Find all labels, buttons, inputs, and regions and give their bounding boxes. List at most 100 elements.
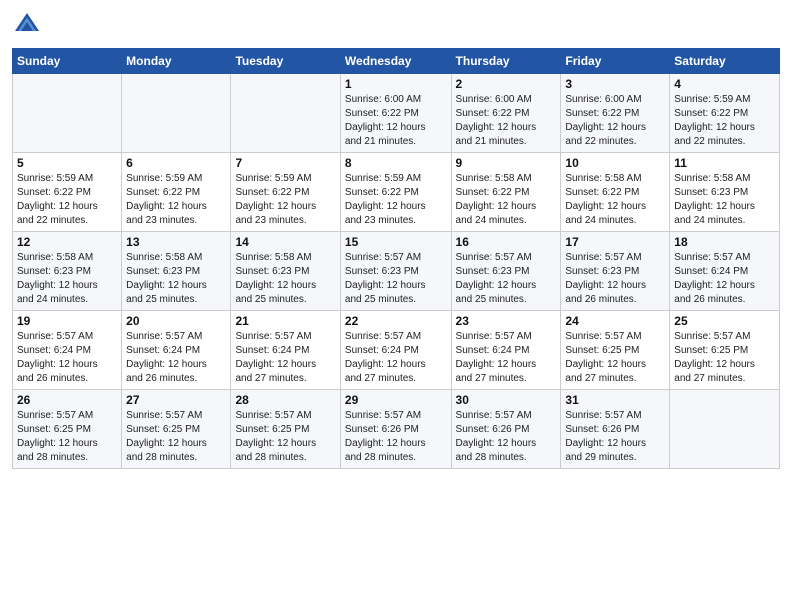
day-info: Sunrise: 5:57 AM Sunset: 6:25 PM Dayligh…	[235, 409, 335, 465]
day-number: 27	[126, 393, 226, 407]
week-row-5: 26 Sunrise: 5:57 AM Sunset: 6:25 PM Dayli…	[13, 390, 780, 469]
day-number: 4	[674, 77, 775, 91]
day-cell: 20Sunrise: 5:57 AM Sunset: 6:24 PM Dayli…	[122, 311, 231, 390]
day-number: 26	[17, 393, 117, 407]
day-info: Sunrise: 5:57 AM Sunset: 6:26 PM Dayligh…	[456, 409, 557, 465]
calendar-header: SundayMondayTuesdayWednesdayThursdayFrid…	[13, 49, 780, 74]
day-number: 11	[674, 156, 775, 170]
page-container: SundayMondayTuesdayWednesdayThursdayFrid…	[0, 0, 792, 477]
day-info: Sunrise: 5:57 AM Sunset: 6:23 PM Dayligh…	[345, 251, 447, 307]
logo	[12, 10, 46, 40]
day-cell: 7 Sunrise: 5:59 AM Sunset: 6:22 PM Daylig…	[231, 153, 340, 232]
day-info: Sunrise: 5:58 AM Sunset: 6:22 PM Dayligh…	[456, 172, 557, 228]
week-row-4: 19 Sunrise: 5:57 AM Sunset: 6:24 PM Dayli…	[13, 311, 780, 390]
calendar-body: 1 Sunrise: 6:00 AM Sunset: 6:22 PM Daylig…	[13, 74, 780, 469]
day-info: Sunrise: 5:57 AM Sunset: 6:23 PM Dayligh…	[565, 251, 665, 307]
day-number: 28	[235, 393, 335, 407]
day-cell: 8Sunrise: 5:59 AM Sunset: 6:22 PM Daylig…	[340, 153, 451, 232]
day-cell: 5Sunrise: 5:59 AM Sunset: 6:22 PM Daylig…	[13, 153, 122, 232]
day-cell: 13 Sunrise: 5:58 AM Sunset: 6:23 PM Dayli…	[122, 232, 231, 311]
day-cell: 12 Sunrise: 5:58 AM Sunset: 6:23 PM Dayli…	[13, 232, 122, 311]
day-info: Sunrise: 5:57 AM Sunset: 6:24 PM Dayligh…	[345, 330, 447, 386]
day-cell: 17Sunrise: 5:57 AM Sunset: 6:23 PM Dayli…	[561, 232, 670, 311]
day-info: Sunrise: 5:59 AM Sunset: 6:22 PM Dayligh…	[17, 172, 117, 228]
day-cell: 18 Sunrise: 5:57 AM Sunset: 6:24 PM Dayli…	[670, 232, 780, 311]
day-cell: 26 Sunrise: 5:57 AM Sunset: 6:25 PM Dayli…	[13, 390, 122, 469]
day-cell: 6Sunrise: 5:59 AM Sunset: 6:22 PM Daylig…	[122, 153, 231, 232]
day-info: Sunrise: 5:59 AM Sunset: 6:22 PM Dayligh…	[235, 172, 335, 228]
day-info: Sunrise: 5:58 AM Sunset: 6:23 PM Dayligh…	[126, 251, 226, 307]
day-info: Sunrise: 6:00 AM Sunset: 6:22 PM Dayligh…	[565, 93, 665, 149]
day-number: 10	[565, 156, 665, 170]
day-number: 9	[456, 156, 557, 170]
day-cell: 19 Sunrise: 5:57 AM Sunset: 6:24 PM Dayli…	[13, 311, 122, 390]
weekday-header-saturday: Saturday	[670, 49, 780, 74]
day-info: Sunrise: 5:57 AM Sunset: 6:24 PM Dayligh…	[456, 330, 557, 386]
day-cell: 30Sunrise: 5:57 AM Sunset: 6:26 PM Dayli…	[451, 390, 561, 469]
logo-icon	[12, 10, 42, 40]
day-number: 31	[565, 393, 665, 407]
day-number: 24	[565, 314, 665, 328]
day-info: Sunrise: 5:59 AM Sunset: 6:22 PM Dayligh…	[674, 93, 775, 149]
day-info: Sunrise: 5:58 AM Sunset: 6:23 PM Dayligh…	[235, 251, 335, 307]
day-cell: 9 Sunrise: 5:58 AM Sunset: 6:22 PM Daylig…	[451, 153, 561, 232]
day-cell: 31Sunrise: 5:57 AM Sunset: 6:26 PM Dayli…	[561, 390, 670, 469]
weekday-header-sunday: Sunday	[13, 49, 122, 74]
day-cell: 14Sunrise: 5:58 AM Sunset: 6:23 PM Dayli…	[231, 232, 340, 311]
day-cell: 28 Sunrise: 5:57 AM Sunset: 6:25 PM Dayli…	[231, 390, 340, 469]
day-number: 2	[456, 77, 557, 91]
week-row-1: 1 Sunrise: 6:00 AM Sunset: 6:22 PM Daylig…	[13, 74, 780, 153]
day-info: Sunrise: 5:57 AM Sunset: 6:25 PM Dayligh…	[674, 330, 775, 386]
day-cell: 1Sunrise: 6:00 AM Sunset: 6:22 PM Daylig…	[340, 74, 451, 153]
day-info: Sunrise: 5:57 AM Sunset: 6:25 PM Dayligh…	[565, 330, 665, 386]
day-cell: 23 Sunrise: 5:57 AM Sunset: 6:24 PM Dayli…	[451, 311, 561, 390]
day-number: 29	[345, 393, 447, 407]
day-info: Sunrise: 5:57 AM Sunset: 6:23 PM Dayligh…	[456, 251, 557, 307]
day-cell: 2 Sunrise: 6:00 AM Sunset: 6:22 PM Daylig…	[451, 74, 561, 153]
calendar: SundayMondayTuesdayWednesdayThursdayFrid…	[12, 48, 780, 469]
day-info: Sunrise: 5:58 AM Sunset: 6:23 PM Dayligh…	[17, 251, 117, 307]
day-cell: 29 Sunrise: 5:57 AM Sunset: 6:26 PM Dayli…	[340, 390, 451, 469]
day-number: 19	[17, 314, 117, 328]
day-number: 16	[456, 235, 557, 249]
day-info: Sunrise: 5:58 AM Sunset: 6:22 PM Dayligh…	[565, 172, 665, 228]
day-cell: 22 Sunrise: 5:57 AM Sunset: 6:24 PM Dayli…	[340, 311, 451, 390]
day-number: 18	[674, 235, 775, 249]
day-cell	[670, 390, 780, 469]
day-info: Sunrise: 5:57 AM Sunset: 6:26 PM Dayligh…	[345, 409, 447, 465]
weekday-header-monday: Monday	[122, 49, 231, 74]
day-cell: 11Sunrise: 5:58 AM Sunset: 6:23 PM Dayli…	[670, 153, 780, 232]
day-info: Sunrise: 5:57 AM Sunset: 6:24 PM Dayligh…	[235, 330, 335, 386]
day-number: 13	[126, 235, 226, 249]
day-cell: 15 Sunrise: 5:57 AM Sunset: 6:23 PM Dayli…	[340, 232, 451, 311]
day-number: 21	[235, 314, 335, 328]
header	[12, 10, 780, 40]
day-cell: 16 Sunrise: 5:57 AM Sunset: 6:23 PM Dayli…	[451, 232, 561, 311]
day-number: 1	[345, 77, 447, 91]
day-number: 6	[126, 156, 226, 170]
day-cell: 25 Sunrise: 5:57 AM Sunset: 6:25 PM Dayli…	[670, 311, 780, 390]
day-cell: 27Sunrise: 5:57 AM Sunset: 6:25 PM Dayli…	[122, 390, 231, 469]
weekday-header-thursday: Thursday	[451, 49, 561, 74]
day-number: 23	[456, 314, 557, 328]
day-number: 15	[345, 235, 447, 249]
day-cell	[122, 74, 231, 153]
day-cell: 10 Sunrise: 5:58 AM Sunset: 6:22 PM Dayli…	[561, 153, 670, 232]
day-number: 7	[235, 156, 335, 170]
day-number: 25	[674, 314, 775, 328]
weekday-header-wednesday: Wednesday	[340, 49, 451, 74]
day-info: Sunrise: 5:57 AM Sunset: 6:25 PM Dayligh…	[17, 409, 117, 465]
day-info: Sunrise: 5:57 AM Sunset: 6:24 PM Dayligh…	[674, 251, 775, 307]
day-cell: 3 Sunrise: 6:00 AM Sunset: 6:22 PM Daylig…	[561, 74, 670, 153]
day-number: 8	[345, 156, 447, 170]
day-cell	[13, 74, 122, 153]
day-cell: 21 Sunrise: 5:57 AM Sunset: 6:24 PM Dayli…	[231, 311, 340, 390]
day-number: 3	[565, 77, 665, 91]
day-number: 20	[126, 314, 226, 328]
weekday-header-tuesday: Tuesday	[231, 49, 340, 74]
day-info: Sunrise: 5:57 AM Sunset: 6:24 PM Dayligh…	[17, 330, 117, 386]
day-cell	[231, 74, 340, 153]
day-number: 22	[345, 314, 447, 328]
day-info: Sunrise: 6:00 AM Sunset: 6:22 PM Dayligh…	[456, 93, 557, 149]
day-number: 12	[17, 235, 117, 249]
